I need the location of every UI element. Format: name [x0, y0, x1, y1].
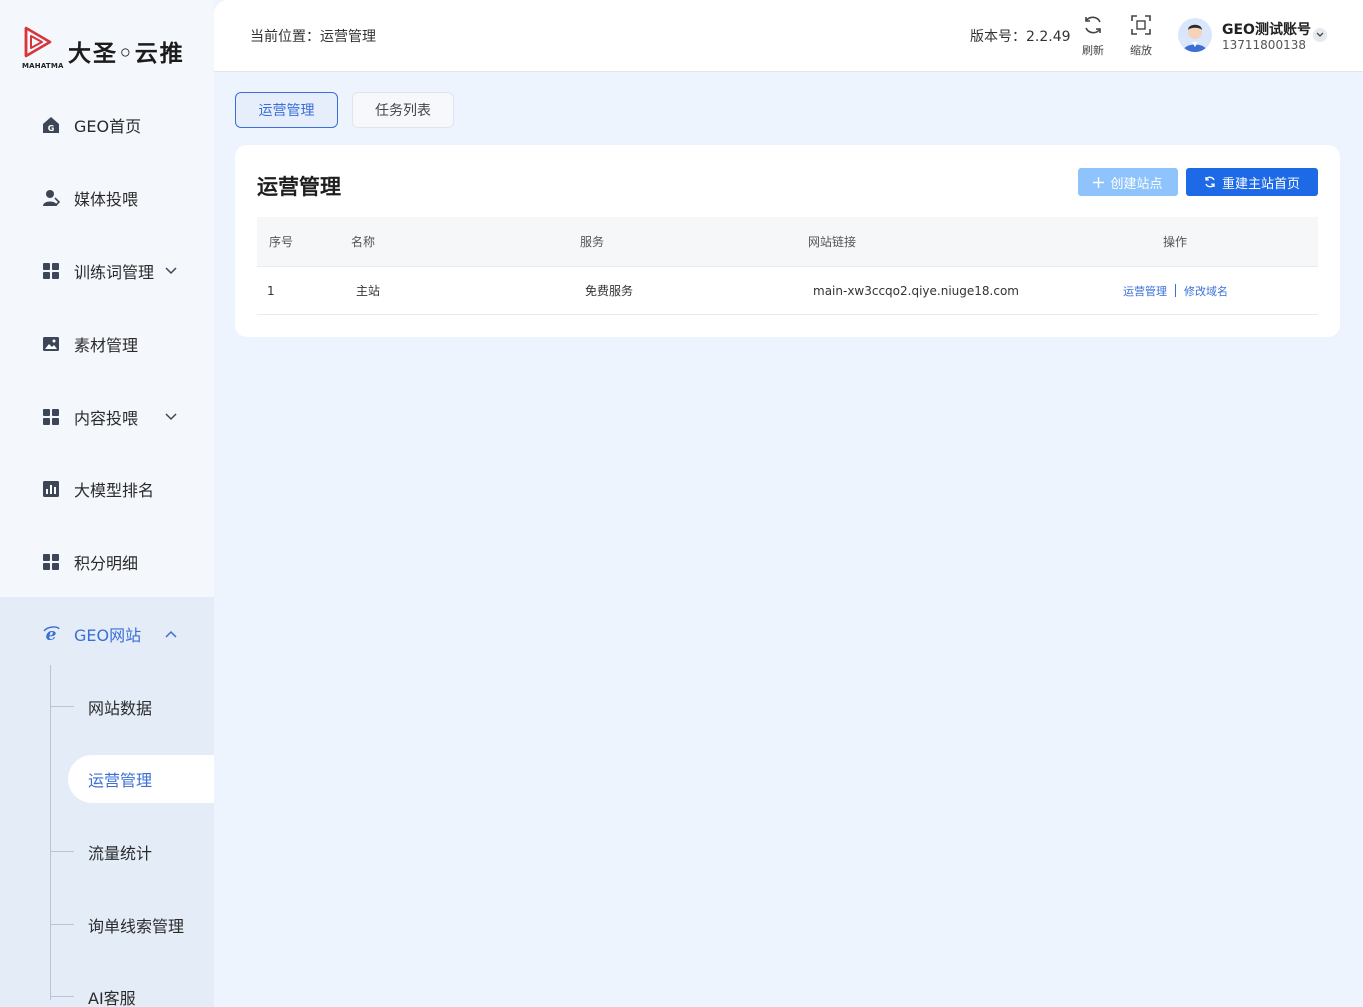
subnav-item-leads[interactable]: 询单线索管理 [50, 903, 214, 947]
nav-item-material[interactable]: 素材管理 [0, 324, 214, 364]
grid-icon [41, 408, 60, 427]
rebuild-homepage-label: 重建主站首页 [1221, 176, 1300, 192]
version-label: 版本号：2.2.49 [970, 29, 1071, 45]
image-icon [41, 335, 60, 354]
nav-item-geo-website[interactable]: e GEO网站 [0, 614, 214, 654]
user-menu[interactable]: GEO测试账号 13711800138 [1178, 16, 1338, 56]
logo[interactable]: MAHATMA 大圣◦云推 [22, 26, 185, 72]
grid-icon [41, 262, 60, 281]
cell-name: 主站 [356, 284, 381, 298]
bar-chart-icon [41, 480, 60, 499]
user-phone: 13711800138 [1222, 38, 1306, 52]
logo-subtitle: MAHATMA [22, 62, 64, 70]
nav-item-geo-home[interactable]: G GEO首页 [0, 105, 214, 145]
create-site-button[interactable]: 创建站点 [1078, 168, 1178, 196]
table-header: 序号 名称 服务 网站链接 操作 [257, 217, 1318, 267]
refresh-button[interactable]: 刷新 [1076, 14, 1110, 58]
cell-actions: 运营管理 修改域名 [1123, 267, 1228, 314]
nav-item-training-words[interactable]: 训练词管理 [0, 251, 214, 291]
cell-index: 1 [267, 283, 275, 298]
subnav-item-ai-service[interactable]: AI客服 [50, 975, 214, 1007]
user-name: GEO测试账号 [1222, 22, 1311, 38]
subnav-item-site-data[interactable]: 网站数据 [50, 685, 214, 729]
home-icon: G [41, 116, 60, 135]
nav-label: 媒体投喂 [74, 190, 139, 209]
nav-label: 训练词管理 [74, 263, 155, 282]
user-icon [41, 189, 60, 208]
nav-item-points[interactable]: 积分明细 [0, 542, 214, 582]
chevron-down-icon[interactable] [1313, 28, 1327, 42]
cell-url: main-xw3ccqo2.qiye.niuge18.com [813, 283, 1019, 298]
nav-item-media-feed[interactable]: 媒体投喂 [0, 178, 214, 218]
sites-table: 序号 名称 服务 网站链接 操作 1 主站 免费服务 main-xw3ccqo2… [257, 217, 1318, 315]
nav-item-model-ranking[interactable]: 大模型排名 [0, 469, 214, 509]
cell-service: 免费服务 [585, 284, 634, 298]
header: 当前位置：运营管理 版本号：2.2.49 刷新 缩放 GEO测试账号 13711… [214, 0, 1363, 72]
ie-icon: e [41, 625, 60, 644]
zoom-label: 缩放 [1130, 44, 1152, 57]
column-header-service: 服务 [580, 235, 605, 249]
tab-task-list[interactable]: 任务列表 [352, 92, 454, 128]
subnav-label: AI客服 [88, 989, 136, 1007]
chevron-up-icon [164, 627, 178, 641]
refresh-icon [1082, 14, 1104, 40]
subnav-label: 流量统计 [88, 844, 153, 863]
svg-text:G: G [47, 124, 54, 133]
logo-mark-icon: MAHATMA [22, 26, 63, 70]
nav-label: GEO首页 [74, 117, 142, 136]
column-header-index: 序号 [269, 235, 294, 249]
nav-label: 内容投喂 [74, 409, 139, 428]
column-header-name: 名称 [351, 235, 376, 249]
subnav-label: 询单线索管理 [88, 917, 185, 936]
plus-icon [1093, 176, 1105, 188]
nav-label: 积分明细 [74, 554, 139, 573]
nav-item-content-feed[interactable]: 内容投喂 [0, 397, 214, 437]
refresh-label: 刷新 [1082, 44, 1104, 57]
subnav-label: 运营管理 [88, 771, 153, 790]
divider [1175, 284, 1176, 297]
create-site-label: 创建站点 [1110, 176, 1163, 192]
nav-label: 素材管理 [74, 336, 139, 355]
column-header-actions: 操作 [1163, 235, 1188, 249]
chevron-down-icon [164, 264, 178, 278]
rebuild-homepage-button[interactable]: 重建主站首页 [1186, 168, 1318, 196]
refresh-icon [1204, 176, 1216, 188]
fullscreen-icon [1130, 14, 1152, 40]
grid-icon [41, 553, 60, 572]
subnav-label: 网站数据 [88, 699, 153, 718]
sidebar: MAHATMA 大圣◦云推 G GEO首页 媒体投喂 训练词管理 素材管理 内容… [0, 0, 214, 1007]
breadcrumb: 当前位置：运营管理 [250, 29, 376, 45]
subnav-item-operations[interactable]: 运营管理 [68, 755, 214, 803]
logo-name: 大圣◦云推 [68, 41, 185, 67]
avatar [1178, 18, 1212, 52]
table-row: 1 主站 免费服务 main-xw3ccqo2.qiye.niuge18.com… [257, 267, 1318, 315]
nav-label: GEO网站 [74, 626, 142, 645]
chevron-down-icon [164, 410, 178, 424]
edit-domain-link[interactable]: 修改域名 [1184, 283, 1228, 299]
tab-operations[interactable]: 运营管理 [235, 92, 338, 128]
column-header-url: 网站链接 [808, 235, 857, 249]
page-title: 运营管理 [257, 175, 341, 199]
subnav-item-traffic[interactable]: 流量统计 [50, 830, 214, 874]
nav-label: 大模型排名 [74, 481, 155, 500]
operations-card: 运营管理 创建站点 重建主站首页 序号 名称 服务 网站链接 操作 1 主站 免… [235, 145, 1340, 337]
zoom-button[interactable]: 缩放 [1124, 14, 1158, 58]
operations-link[interactable]: 运营管理 [1123, 283, 1167, 299]
